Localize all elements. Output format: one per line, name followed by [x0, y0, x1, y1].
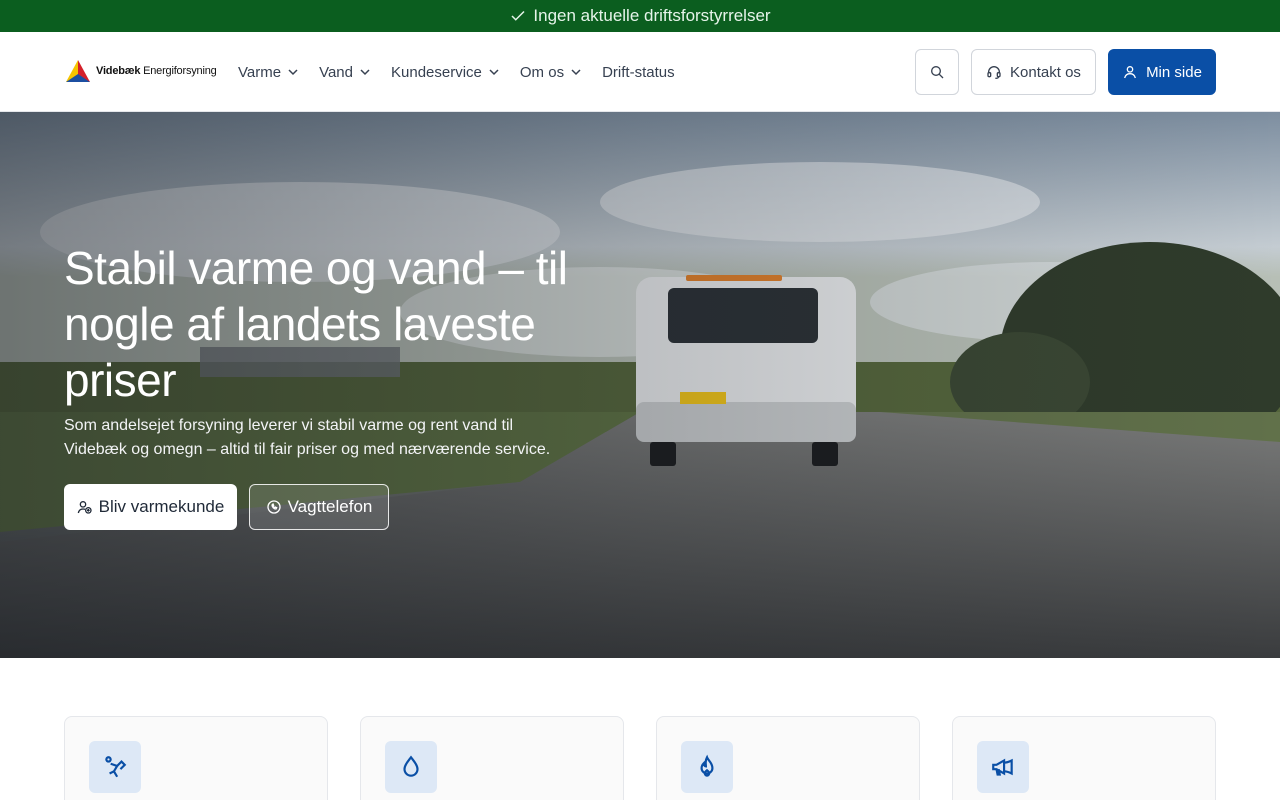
logo-mark-icon: [66, 60, 90, 82]
search-icon: [931, 66, 944, 79]
check-icon: [511, 10, 525, 21]
site-header: Videbæk Energiforsyning Varme Vand Kunde…: [0, 32, 1280, 112]
bliv-varmekunde-button[interactable]: Bliv varmekunde: [64, 484, 237, 530]
vagttelefon-label: Vagttelefon: [287, 497, 373, 516]
nav-item-vand[interactable]: Vand: [319, 64, 371, 81]
min-side-label: Min side: [1146, 63, 1202, 81]
card-icon-box: [89, 741, 141, 793]
status-bar: Ingen aktuelle driftsforstyrrelser: [0, 0, 1280, 32]
flame-icon: [700, 754, 714, 777]
status-text: Ingen aktuelle driftsforstyrrelser: [533, 6, 771, 25]
nav-item-varme[interactable]: Varme: [238, 64, 299, 81]
card-icon-box: [977, 741, 1029, 793]
min-side-button[interactable]: Min side: [1108, 49, 1216, 95]
hero-section: Stabil varme og vand – til nogle af land…: [0, 112, 1280, 658]
nav-item-drift-status[interactable]: Drift-status: [602, 64, 675, 81]
search-button[interactable]: [915, 49, 959, 95]
nav-item-kundeservice[interactable]: Kundeservice: [391, 64, 500, 81]
hero-title: Stabil varme og vand – til nogle af land…: [64, 242, 568, 406]
logo[interactable]: Videbæk Energiforsyning: [64, 58, 217, 84]
user-plus-icon: [77, 501, 92, 514]
service-card-water[interactable]: [360, 716, 624, 800]
service-card-worker[interactable]: [64, 716, 328, 800]
logo-text: Videbæk Energiforsyning: [96, 65, 217, 77]
card-icon-box: [385, 741, 437, 793]
service-card-news[interactable]: [952, 716, 1216, 800]
bliv-varmekunde-label: Bliv varmekunde: [98, 497, 225, 516]
chevron-down-icon: [571, 69, 581, 76]
nav-item-om-os[interactable]: Om os: [520, 64, 582, 81]
vagttelefon-button[interactable]: Vagttelefon: [249, 484, 389, 530]
chevron-down-icon: [360, 69, 370, 76]
chevron-down-icon: [489, 69, 499, 76]
service-card-heat[interactable]: [656, 716, 920, 800]
hero-subtitle: Som andelsejet forsyning leverer vi stab…: [64, 417, 551, 458]
phone-24h-icon: [266, 500, 281, 514]
card-icon-box: [681, 741, 733, 793]
contact-button[interactable]: Kontakt os: [971, 49, 1096, 95]
service-cards: [64, 716, 1216, 800]
contact-label: Kontakt os: [1010, 63, 1081, 81]
megaphone-icon: [992, 758, 1013, 776]
main-nav: Varme Vand Kundeservice Om os Drift-stat…: [238, 32, 695, 112]
chevron-down-icon: [288, 69, 298, 76]
user-icon: [1124, 66, 1137, 79]
headset-icon: [987, 66, 1001, 79]
worker-icon: [105, 756, 127, 778]
water-drop-icon: [403, 755, 419, 777]
